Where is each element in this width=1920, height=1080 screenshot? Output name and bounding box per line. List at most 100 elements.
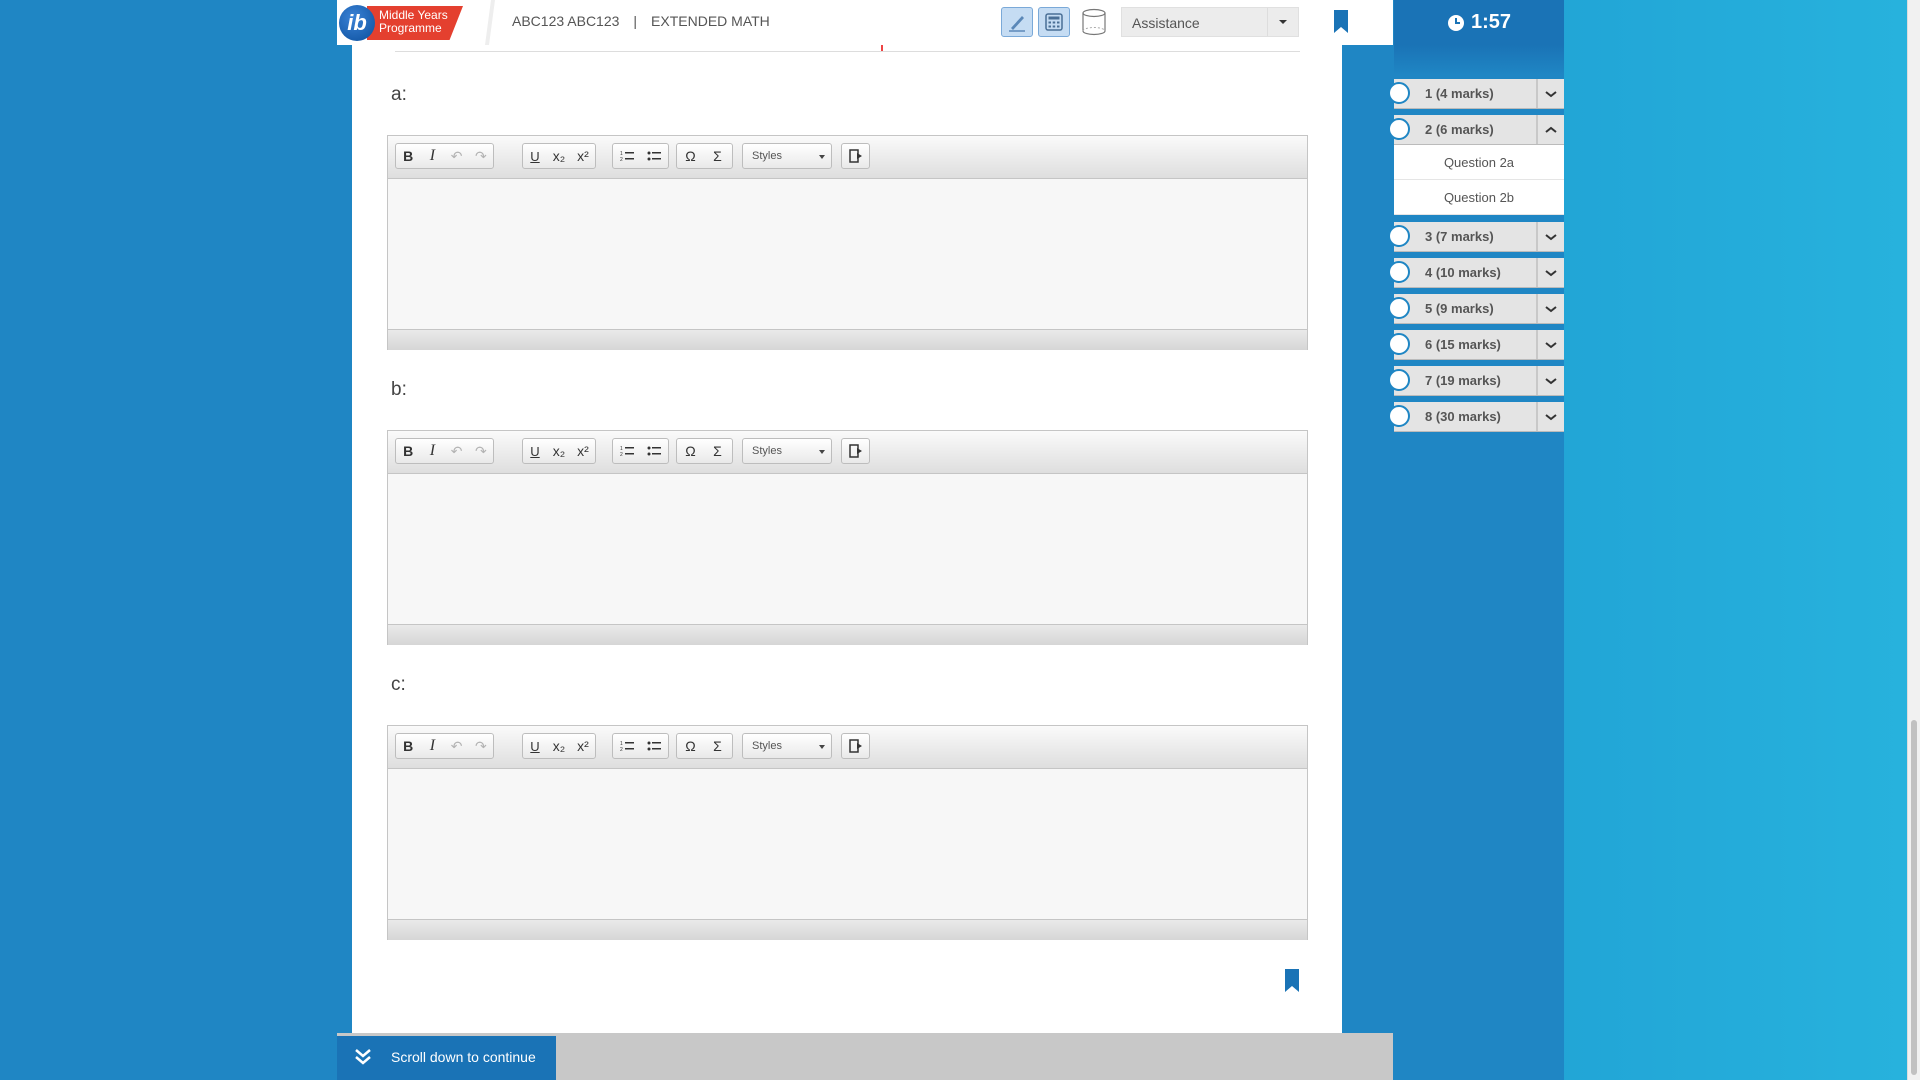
superscript-button[interactable]: x² bbox=[571, 144, 595, 168]
status-circle-icon bbox=[1388, 405, 1410, 427]
header-divider bbox=[485, 0, 495, 45]
insert-group: Ω Σ bbox=[676, 143, 733, 169]
styles-label: Styles bbox=[752, 445, 782, 457]
format-group: B I ↶ ↷ bbox=[395, 438, 494, 464]
bullet-list-icon[interactable] bbox=[640, 734, 667, 758]
nav-question-label: 3 (7 marks) bbox=[1425, 229, 1494, 244]
scrollbar-thumb[interactable] bbox=[1911, 720, 1917, 1075]
special-character-button[interactable]: Ω bbox=[677, 439, 704, 463]
italic-button[interactable]: I bbox=[420, 439, 444, 463]
answer-text-area[interactable] bbox=[388, 179, 1307, 329]
special-character-button[interactable]: Ω bbox=[677, 144, 704, 168]
chevron-down-icon[interactable] bbox=[1536, 258, 1564, 287]
nav-question-7[interactable]: 7 (19 marks) bbox=[1388, 366, 1564, 396]
italic-button[interactable]: I bbox=[420, 144, 444, 168]
calculator-button[interactable] bbox=[1038, 7, 1070, 37]
nav-question-label: 5 (9 marks) bbox=[1425, 301, 1494, 316]
chevron-down-icon[interactable] bbox=[1267, 8, 1298, 36]
bullet-list-icon[interactable] bbox=[640, 439, 667, 463]
assistance-dropdown[interactable]: Assistance bbox=[1121, 7, 1299, 37]
text-group: U x₂ x² bbox=[522, 143, 596, 169]
underline-button[interactable]: U bbox=[523, 439, 547, 463]
styles-dropdown[interactable]: Styles bbox=[742, 438, 832, 464]
redo-icon[interactable]: ↷ bbox=[469, 734, 493, 758]
numbered-list-icon[interactable]: 12 bbox=[613, 144, 640, 168]
subscript-button[interactable]: x₂ bbox=[547, 144, 571, 168]
underline-button[interactable]: U bbox=[523, 144, 547, 168]
editor-status-bar bbox=[388, 624, 1307, 645]
double-chevron-down-icon bbox=[354, 1048, 372, 1069]
chevron-down-icon[interactable] bbox=[1536, 79, 1564, 108]
nav-subquestion-2b[interactable]: Question 2b bbox=[1394, 180, 1564, 215]
status-circle-icon bbox=[1388, 297, 1410, 319]
styles-dropdown[interactable]: Styles bbox=[742, 143, 832, 169]
editor-toolbar: B I ↶ ↷ U x₂ x² 12 Ω Σ Styles bbox=[388, 136, 1307, 179]
bookmark-icon[interactable] bbox=[1284, 969, 1300, 998]
underline-button[interactable]: U bbox=[523, 734, 547, 758]
status-circle-icon bbox=[1388, 333, 1410, 355]
undo-icon[interactable]: ↶ bbox=[445, 439, 469, 463]
nav-question-4[interactable]: 4 (10 marks) bbox=[1388, 258, 1564, 288]
redo-icon[interactable]: ↷ bbox=[469, 439, 493, 463]
nav-question-5[interactable]: 5 (9 marks) bbox=[1388, 294, 1564, 324]
bullet-list-icon[interactable] bbox=[640, 144, 667, 168]
svg-text:2: 2 bbox=[620, 747, 623, 752]
styles-dropdown[interactable]: Styles bbox=[742, 733, 832, 759]
sum-button[interactable]: Σ bbox=[704, 144, 731, 168]
bookmark-icon[interactable] bbox=[1333, 10, 1349, 39]
scroll-down-button[interactable]: Scroll down to continue bbox=[337, 1036, 556, 1080]
paste-icon[interactable] bbox=[842, 734, 869, 758]
italic-button[interactable]: I bbox=[420, 734, 444, 758]
bold-button[interactable]: B bbox=[396, 439, 420, 463]
chevron-down-icon[interactable] bbox=[1536, 330, 1564, 359]
formula-sheet-button[interactable] bbox=[1078, 7, 1110, 37]
bold-button[interactable]: B bbox=[396, 144, 420, 168]
sum-button[interactable]: Σ bbox=[704, 734, 731, 758]
page-scrollbar[interactable] bbox=[1907, 0, 1920, 1080]
chevron-down-icon[interactable] bbox=[1536, 294, 1564, 323]
paste-group bbox=[841, 733, 870, 759]
editor-status-bar bbox=[388, 919, 1307, 940]
list-group: 12 bbox=[612, 143, 669, 169]
answer-text-area[interactable] bbox=[388, 769, 1307, 919]
chevron-down-icon bbox=[819, 155, 825, 159]
chevron-down-icon[interactable] bbox=[1536, 402, 1564, 431]
previous-content-edge bbox=[395, 45, 1300, 52]
nav-question-2[interactable]: 2 (6 marks) bbox=[1388, 115, 1564, 145]
nav-question-6[interactable]: 6 (15 marks) bbox=[1388, 330, 1564, 360]
paste-icon[interactable] bbox=[842, 439, 869, 463]
status-circle-icon bbox=[1388, 369, 1410, 391]
clock-icon bbox=[1447, 14, 1464, 31]
text-group: U x₂ x² bbox=[522, 733, 596, 759]
nav-subquestion-2a[interactable]: Question 2a bbox=[1394, 145, 1564, 180]
pen-tool-button[interactable] bbox=[1001, 7, 1033, 37]
assistance-label: Assistance bbox=[1132, 15, 1200, 31]
answer-editor-a: B I ↶ ↷ U x₂ x² 12 Ω Σ Styles bbox=[387, 135, 1308, 350]
chevron-down-icon[interactable] bbox=[1536, 222, 1564, 251]
paste-icon[interactable] bbox=[842, 144, 869, 168]
nav-question-8[interactable]: 8 (30 marks) bbox=[1388, 402, 1564, 432]
subscript-button[interactable]: x₂ bbox=[547, 734, 571, 758]
numbered-list-icon[interactable]: 12 bbox=[613, 439, 640, 463]
answer-text-area[interactable] bbox=[388, 474, 1307, 624]
chevron-down-icon[interactable] bbox=[1536, 366, 1564, 395]
redo-icon[interactable]: ↷ bbox=[469, 144, 493, 168]
undo-icon[interactable]: ↶ bbox=[445, 734, 469, 758]
nav-question-3[interactable]: 3 (7 marks) bbox=[1388, 222, 1564, 252]
editor-status-bar bbox=[388, 329, 1307, 350]
bold-button[interactable]: B bbox=[396, 734, 420, 758]
nav-question-1[interactable]: 1 (4 marks) bbox=[1388, 79, 1564, 109]
numbered-list-icon[interactable]: 12 bbox=[613, 734, 640, 758]
status-circle-icon bbox=[1388, 118, 1410, 140]
nav-question-label: 8 (30 marks) bbox=[1425, 409, 1501, 424]
logo-banner: Middle Years Programme bbox=[367, 6, 463, 40]
sum-button[interactable]: Σ bbox=[704, 439, 731, 463]
chevron-down-icon bbox=[819, 450, 825, 454]
special-character-button[interactable]: Ω bbox=[677, 734, 704, 758]
answer-editor-c: B I ↶ ↷ U x₂ x² 12 Ω Σ Styles bbox=[387, 725, 1308, 940]
superscript-button[interactable]: x² bbox=[571, 439, 595, 463]
undo-icon[interactable]: ↶ bbox=[445, 144, 469, 168]
subscript-button[interactable]: x₂ bbox=[547, 439, 571, 463]
chevron-up-icon[interactable] bbox=[1536, 115, 1564, 144]
superscript-button[interactable]: x² bbox=[571, 734, 595, 758]
